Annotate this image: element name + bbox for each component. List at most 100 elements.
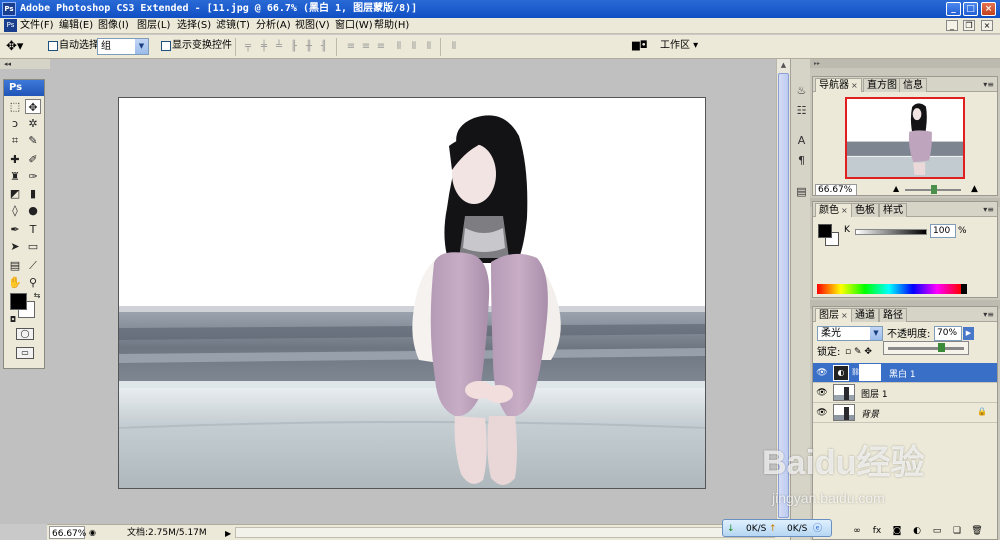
distribute-bottom-icon[interactable]: ≡ [375,41,387,52]
align-right-icon[interactable]: ╢ [318,41,330,52]
menu-edit[interactable]: 编辑(E) [59,19,93,33]
menu-filter[interactable]: 滤镜(T) [216,19,250,33]
distribute-vcenter-icon[interactable]: ≡ [360,41,372,52]
gradient-tool-icon[interactable]: ▮ [25,186,41,201]
tab-color[interactable]: 颜色 × [815,203,852,217]
eye-icon[interactable]: 👁 [816,407,828,419]
menu-view[interactable]: 视图(V) [295,19,330,33]
navigator-preview[interactable] [845,97,965,179]
doc-close-button[interactable]: × [981,20,993,31]
new-group-icon[interactable]: ▭ [931,524,943,538]
menu-file[interactable]: 文件(F) [20,19,54,33]
menu-analysis[interactable]: 分析(A) [256,19,291,33]
minimize-button[interactable]: _ [946,2,961,16]
opacity-slider-toggle[interactable]: ▶ [963,327,974,340]
lock-icons[interactable]: ▫ ✎ ✥ [845,347,872,357]
layer-row-layer1[interactable]: 👁 图层 1 [813,383,997,403]
delete-layer-icon[interactable]: 🗑 [971,524,983,538]
marquee-tool-icon[interactable]: ⬚ [7,99,23,114]
align-left-icon[interactable]: ╟ [288,41,300,52]
close-button[interactable]: × [981,2,996,16]
layer-style-icon[interactable]: fx [871,524,883,538]
tab-info[interactable]: 信息 [899,78,927,92]
maximize-button[interactable]: □ [963,2,978,16]
foreground-color-swatch[interactable] [10,293,27,310]
horizontal-scrollbar[interactable] [235,527,775,538]
align-hcenter-icon[interactable]: ╫ [303,41,315,52]
menu-select[interactable]: 选择(S) [177,19,211,33]
eye-icon[interactable]: 👁 [816,387,828,399]
actions-panel-icon[interactable]: ☷ [794,103,809,118]
panel-menu-icon[interactable]: ▾≡ [983,310,994,319]
ps-menu-icon[interactable]: Ps [4,19,17,32]
lasso-tool-icon[interactable]: ↄ [7,116,23,131]
quick-mask-button[interactable]: ◯ [16,328,34,340]
eyedropper-tool-icon[interactable]: ⟋ [25,258,41,273]
link-layers-icon[interactable]: ∞ [851,524,863,538]
move-tool-preset-icon[interactable]: ✥▾ [6,38,38,56]
panel-menu-icon[interactable]: ▾≡ [983,205,994,214]
history-panel-icon[interactable]: ♨ [794,83,809,98]
foreground-color-swatch[interactable] [818,224,832,238]
distribute-right-icon[interactable]: ⦀ [423,41,435,52]
tab-paths[interactable]: 路径 [879,308,907,322]
magic-wand-tool-icon[interactable]: ✲ [25,116,41,131]
swap-colors-icon[interactable]: ⇆ [29,288,45,303]
layer-row-background[interactable]: 👁 背景 🔒 [813,403,997,423]
show-transform-checkbox[interactable] [161,41,171,51]
tab-swatches[interactable]: 色板 [851,203,879,217]
opacity-slider-popup[interactable] [883,341,969,355]
scroll-up-arrow-icon[interactable]: ▲ [778,60,789,71]
align-bottom-icon[interactable]: ╧ [273,41,285,52]
healing-brush-tool-icon[interactable]: ✚ [7,152,23,167]
status-zoom-field[interactable]: 66.67% [49,526,86,539]
brush-tool-icon[interactable]: ✐ [25,152,41,167]
adjustment-layer-icon[interactable]: ◐ [911,524,923,538]
blend-mode-dropdown[interactable]: 柔光 ▼ [817,326,883,341]
clone-stamp-tool-icon[interactable]: ♜ [7,169,23,184]
opacity-field[interactable]: 70% [934,326,962,341]
tab-styles[interactable]: 样式 [879,203,907,217]
toolbox-grip[interactable]: ◂◂ [0,59,50,69]
zoom-out-icon[interactable]: ▲ [893,184,899,193]
eraser-tool-icon[interactable]: ◩ [7,186,23,201]
tab-histogram[interactable]: 直方图 [863,78,901,92]
navigator-zoom-field[interactable]: 66.67% [815,184,857,196]
tab-navigator[interactable]: 导航器 × [815,78,862,92]
blur-tool-icon[interactable]: ◊ [7,203,23,218]
menu-layer[interactable]: 图层(L) [137,19,170,33]
menu-window[interactable]: 窗口(W) [335,19,373,33]
workspace-menu[interactable]: 工作区 ▾ [660,40,698,52]
history-brush-tool-icon[interactable]: ✑ [25,169,41,184]
auto-select-dropdown[interactable]: 组 ▼ [97,38,149,55]
hand-tool-icon[interactable]: ✋ [7,275,23,290]
distribute-hcenter-icon[interactable]: ⦀ [408,41,420,52]
vertical-scrollbar[interactable]: ▲ [776,59,790,524]
navigator-zoom-knob[interactable] [931,185,937,194]
tab-layers[interactable]: 图层 × [815,308,852,322]
panel-collapse-bar[interactable]: ▸▸ [810,59,1000,68]
dodge-tool-icon[interactable]: ● [25,203,41,218]
paragraph-panel-icon[interactable]: ¶ [794,153,809,168]
k-channel-slider[interactable] [855,229,927,235]
menu-help[interactable]: 帮助(H) [374,19,409,33]
color-spectrum-bar[interactable] [817,284,961,294]
tool-presets-icon[interactable]: ▤ [794,184,809,199]
auto-align-icon[interactable]: ⦀ [448,41,460,52]
path-selection-tool-icon[interactable]: ➤ [7,239,23,254]
pen-tool-icon[interactable]: ✒ [7,222,23,237]
status-info-icon[interactable]: ◉ [89,526,100,538]
character-panel-icon[interactable]: A [794,133,809,148]
slice-tool-icon[interactable]: ✎ [25,133,41,148]
k-value-field[interactable]: 100 [930,224,956,238]
move-tool-icon[interactable]: ✥ [25,99,41,114]
status-menu-arrow-icon[interactable]: ▶ [225,527,234,538]
auto-select-checkbox[interactable] [48,41,58,51]
distribute-left-icon[interactable]: ⦀ [393,41,405,52]
scroll-thumb[interactable] [778,73,789,518]
add-mask-icon[interactable]: ◙ [891,524,903,538]
shape-tool-icon[interactable]: ▭ [25,239,41,254]
notes-tool-icon[interactable]: ▤ [7,258,23,273]
distribute-top-icon[interactable]: ≡ [345,41,357,52]
panel-menu-icon[interactable]: ▾≡ [983,80,994,89]
